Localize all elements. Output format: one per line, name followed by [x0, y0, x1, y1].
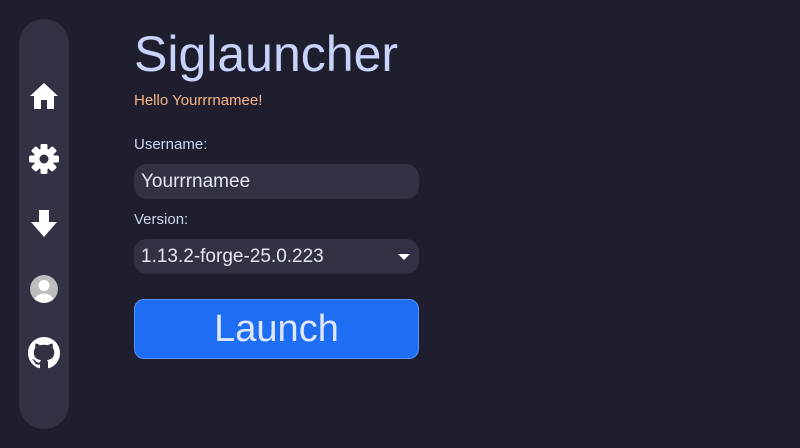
sidebar-item-settings[interactable]	[28, 143, 60, 175]
sidebar	[19, 19, 69, 429]
home-icon	[30, 83, 58, 109]
version-selected-value: 1.13.2-forge-25.0.223	[141, 245, 324, 267]
user-avatar-icon	[30, 275, 58, 303]
sidebar-item-account[interactable]	[28, 273, 60, 305]
greeting-text: Hello Yourrrnamee!	[134, 92, 263, 109]
sidebar-item-home[interactable]	[28, 80, 60, 112]
username-field-container	[134, 164, 419, 199]
gear-icon	[29, 144, 59, 174]
app-title: Siglauncher	[134, 26, 399, 82]
launch-button[interactable]: Launch	[134, 299, 419, 359]
dropdown-arrow-icon	[398, 253, 410, 260]
username-field[interactable]	[134, 164, 419, 199]
download-arrow-icon	[31, 210, 57, 237]
sidebar-item-github[interactable]	[28, 337, 60, 369]
username-label: Username:	[134, 136, 208, 153]
sidebar-item-downloads[interactable]	[28, 208, 60, 240]
version-label: Version:	[134, 211, 189, 228]
version-select[interactable]: 1.13.2-forge-25.0.223	[134, 239, 419, 274]
github-icon	[28, 337, 60, 369]
